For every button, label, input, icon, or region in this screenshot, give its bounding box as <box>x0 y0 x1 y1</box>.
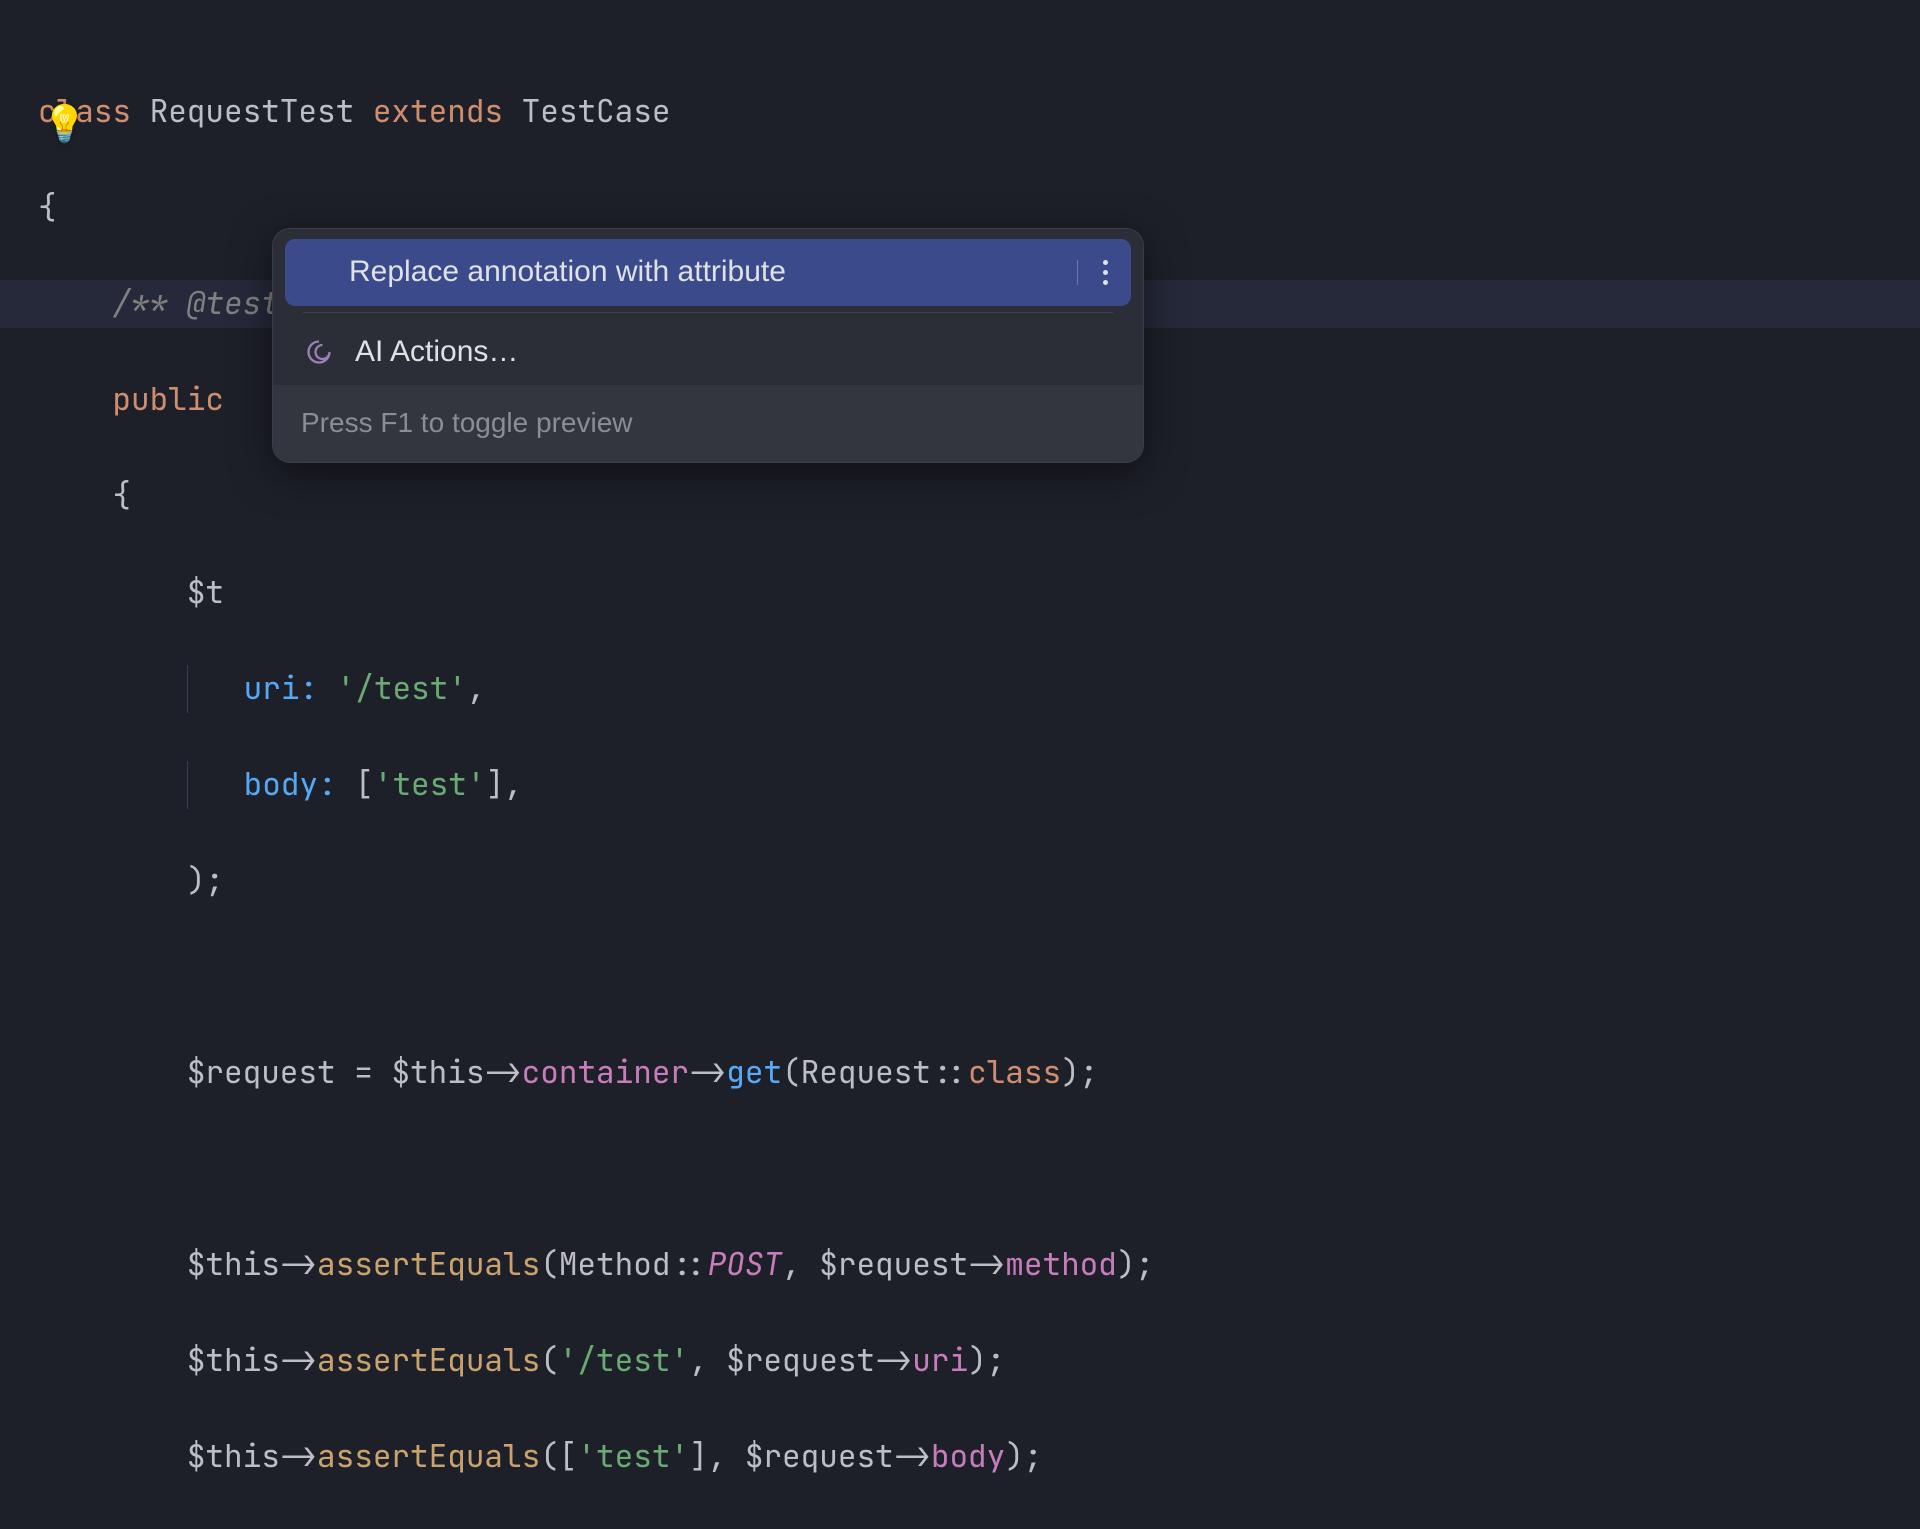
separator <box>303 312 1113 313</box>
keyword-public: public <box>112 379 224 420</box>
code-line: class RequestTest extends TestCase <box>38 88 1920 136</box>
intention-popup: Replace annotation with attribute AI Act… <box>272 228 1144 463</box>
base-class: TestCase <box>522 91 671 132</box>
brace: { <box>38 187 57 228</box>
code-line: { <box>38 472 1920 520</box>
keyword-extends: extends <box>373 91 503 132</box>
lightbulb-icon[interactable]: 💡 <box>42 105 87 141</box>
swirl-icon <box>305 338 333 366</box>
more-options-button[interactable] <box>1077 260 1111 285</box>
code-line: { <box>38 184 1920 232</box>
intention-label: AI Actions… <box>337 329 1111 376</box>
intention-item-ai-actions[interactable]: AI Actions… <box>285 319 1131 386</box>
code-line: ); <box>38 857 1920 905</box>
code-line: body: [['test']'test'], <box>38 761 1920 809</box>
code-line: $request = $this->container->get(Request… <box>38 1049 1920 1097</box>
code-line: uri: '/test', <box>38 665 1920 713</box>
string: '/test' <box>337 668 467 709</box>
named-arg: uri: <box>244 668 318 709</box>
brace: { <box>112 475 131 516</box>
paren-close: ); <box>187 860 224 901</box>
variable: $request <box>187 1052 336 1093</box>
code-line: $this->assertEquals(['test'], $request->… <box>38 1433 1920 1481</box>
code-line <box>38 953 1920 1001</box>
popup-footer-hint: Press F1 to toggle preview <box>273 385 1143 462</box>
code-line <box>38 1145 1920 1193</box>
code-line: $this->assertEquals('/test', $request->u… <box>38 1337 1920 1385</box>
variable-fragment: $t <box>187 572 224 613</box>
named-arg: body: <box>244 764 337 805</box>
intention-item-replace-annotation[interactable]: Replace annotation with attribute <box>285 239 1131 306</box>
intention-label: Replace annotation with attribute <box>305 249 1061 296</box>
code-line: $this->assertEquals(Method::POST, $reque… <box>38 1241 1920 1289</box>
code-line: $t <box>38 569 1920 617</box>
vertical-dots-icon <box>1103 260 1108 285</box>
class-name: RequestTest <box>150 91 355 132</box>
